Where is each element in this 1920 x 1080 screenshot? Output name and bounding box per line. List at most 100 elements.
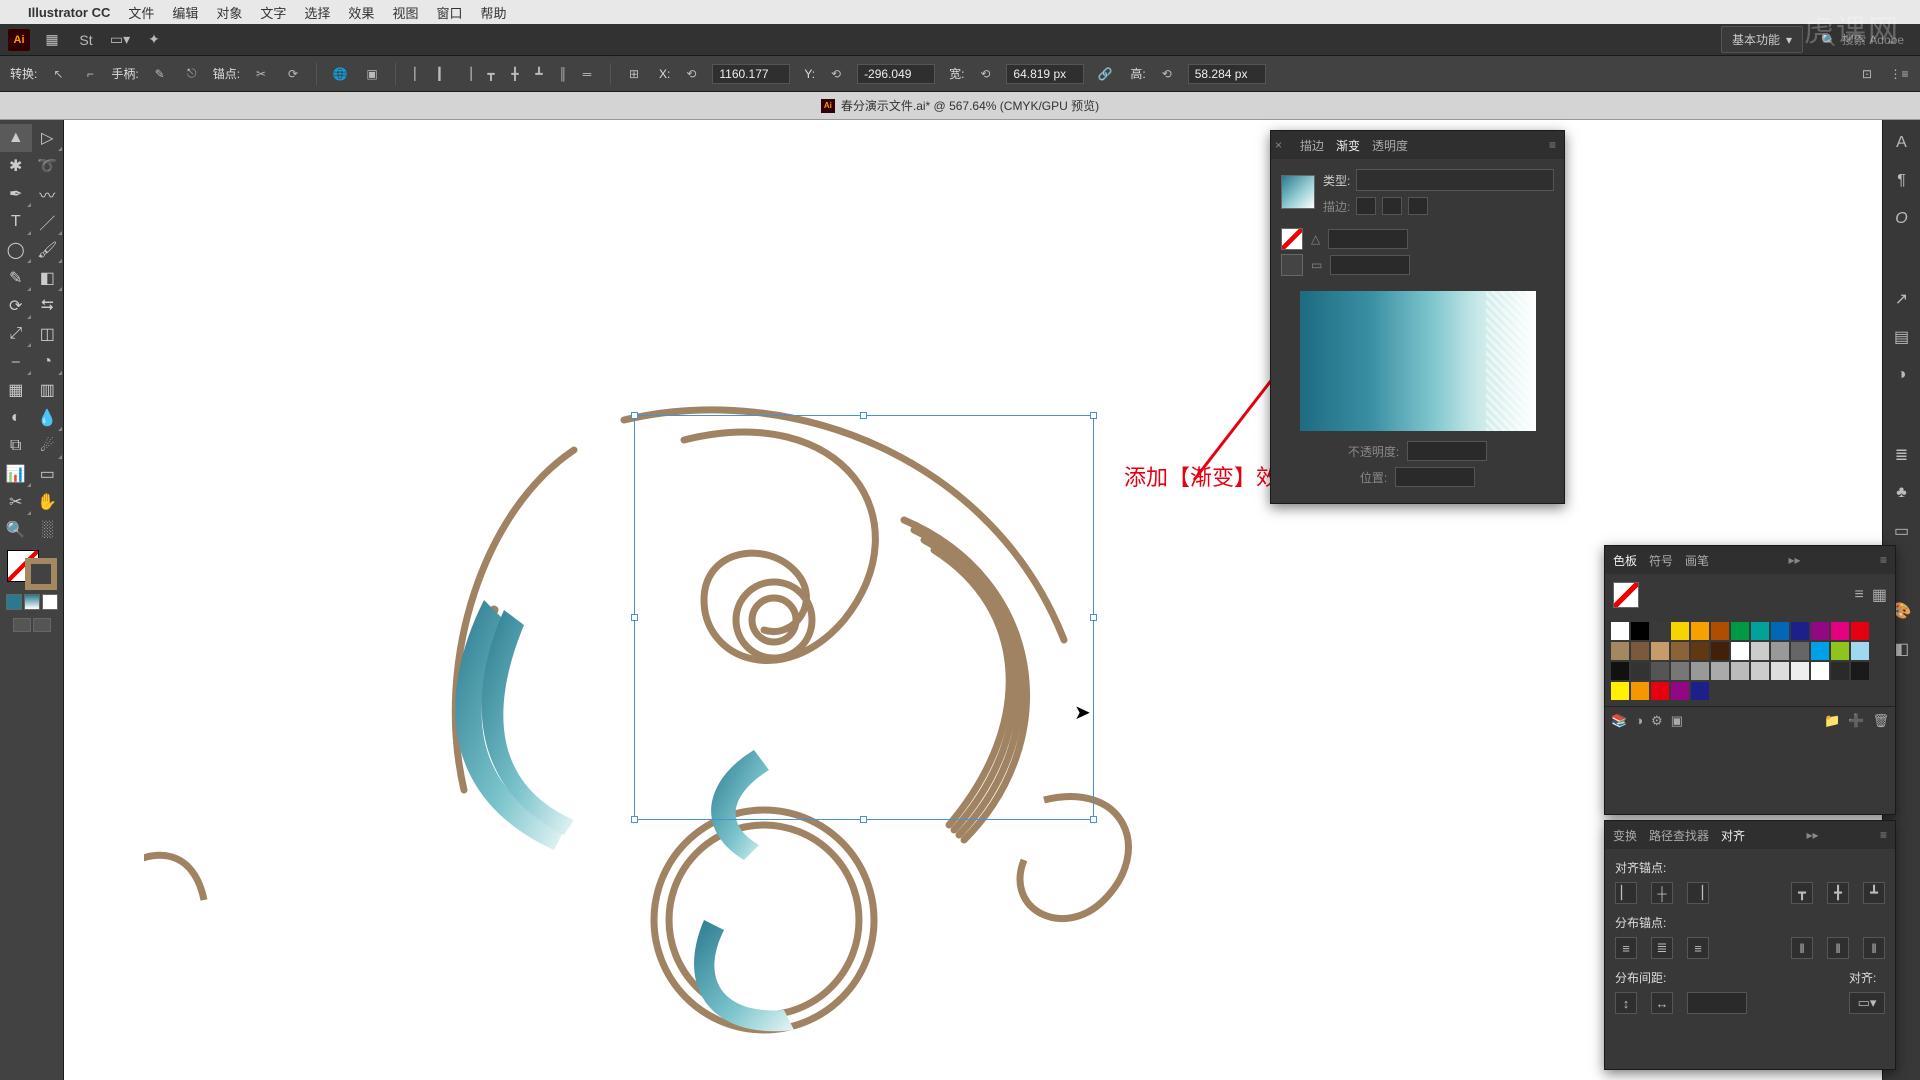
ellipse-tool-icon[interactable]: ◯ <box>0 236 32 264</box>
dist-h-icon[interactable]: ║ <box>552 63 574 85</box>
swatch-color[interactable] <box>1791 642 1809 660</box>
swatch-color[interactable] <box>1831 642 1849 660</box>
swatch-color[interactable] <box>1611 682 1629 700</box>
w-field[interactable]: 64.819 px <box>1006 64 1084 84</box>
handle-icon2[interactable]: ⎋ <box>181 63 203 85</box>
print-tiling-tool-icon[interactable]: ░ <box>32 516 64 544</box>
curvature-tool-icon[interactable]: 〰 <box>32 180 64 208</box>
swatch-fill-stroke-icon[interactable] <box>1613 582 1639 608</box>
tab-transform[interactable]: 变换 <box>1613 827 1637 844</box>
swatch-color[interactable] <box>1791 622 1809 640</box>
stock-icon[interactable]: St <box>74 28 98 52</box>
gradient-angle-field[interactable] <box>1328 229 1408 249</box>
swatch-color[interactable] <box>1731 622 1749 640</box>
convert-anchor-icon[interactable]: ↖ <box>47 63 69 85</box>
swatch-color[interactable] <box>1771 662 1789 680</box>
rotate-tool-icon[interactable]: ⟳ <box>0 292 32 320</box>
selection-bounding-box[interactable] <box>634 415 1094 820</box>
link-xy-icon[interactable]: ⟲ <box>680 63 702 85</box>
none-mode-icon[interactable] <box>42 594 58 610</box>
swatch-show-icon[interactable]: ◑ <box>1635 713 1643 729</box>
swatch-color[interactable] <box>1711 662 1729 680</box>
x-field[interactable]: 1160.177 <box>712 64 790 84</box>
align-left-btn[interactable]: ▏ <box>1615 882 1637 904</box>
gradient-aspect-field[interactable] <box>1330 255 1410 275</box>
reflect-tool-icon[interactable]: ⮀ <box>32 292 64 320</box>
handle-e[interactable] <box>1090 614 1097 621</box>
swatch-color[interactable] <box>1691 682 1709 700</box>
swatch-lib-icon[interactable]: 📚 <box>1611 713 1627 729</box>
stroke-grad-2-icon[interactable] <box>1382 197 1402 215</box>
anchor-icon1[interactable]: ✂ <box>250 63 272 85</box>
tab-transparency[interactable]: 透明度 <box>1372 137 1408 154</box>
menu-view[interactable]: 视图 <box>392 3 418 22</box>
swatch-color[interactable] <box>1851 622 1869 640</box>
swatch-color[interactable] <box>1651 682 1669 700</box>
swatch-list-icon[interactable]: ≡ <box>1855 586 1864 604</box>
handle-se[interactable] <box>1090 816 1097 823</box>
graph-tool-icon[interactable]: 📊 <box>0 460 32 488</box>
eyedropper-tool-icon[interactable]: 💧 <box>32 404 64 432</box>
swatch-color[interactable] <box>1671 642 1689 660</box>
tab-pathfinder[interactable]: 路径查找器 <box>1649 827 1709 844</box>
swatch-color[interactable] <box>1751 622 1769 640</box>
more-icon[interactable]: ⋮≡ <box>1888 63 1910 85</box>
gpu-icon[interactable]: ✦ <box>142 28 166 52</box>
dist-v-icon[interactable]: ═ <box>576 63 598 85</box>
layers-panel-icon[interactable]: ≣ <box>1889 442 1915 468</box>
link-h-icon[interactable]: ⟲ <box>1156 63 1178 85</box>
slice-tool-icon[interactable]: ✂ <box>0 488 32 516</box>
swatch-color[interactable] <box>1611 662 1629 680</box>
swatch-color[interactable] <box>1851 642 1869 660</box>
gradient-mode-icon[interactable] <box>24 594 40 610</box>
libraries-panel-icon[interactable]: ▤ <box>1889 324 1915 350</box>
swatch-color[interactable] <box>1771 622 1789 640</box>
swatch-color[interactable] <box>1831 622 1849 640</box>
align-top-icon[interactable]: ┳ <box>480 63 502 85</box>
symbol-tool-icon[interactable]: ☄ <box>32 432 64 460</box>
ref-point-icon[interactable]: ⊞ <box>623 63 645 85</box>
tab-gradient[interactable]: 渐变 <box>1336 137 1360 154</box>
tab-brushes[interactable]: 画笔 <box>1685 552 1709 569</box>
align-to-dropdown[interactable]: ▭▾ <box>1849 992 1885 1014</box>
magic-wand-tool-icon[interactable]: ✱ <box>0 152 32 180</box>
swatch-color[interactable] <box>1691 662 1709 680</box>
artboards-panel-icon[interactable]: ▭ <box>1889 518 1915 544</box>
align-bot-icon[interactable]: ┻ <box>528 63 550 85</box>
swatch-color[interactable] <box>1611 622 1629 640</box>
dist-left-btn[interactable]: ‖ <box>1791 937 1813 959</box>
dist-vspace-btn[interactable]: ↕ <box>1615 992 1637 1014</box>
y-field[interactable]: -296.049 <box>857 64 935 84</box>
tab-align[interactable]: 对齐 <box>1721 827 1745 844</box>
align-left-icon[interactable]: ▏ <box>408 63 430 85</box>
free-transform-tool-icon[interactable]: ◫ <box>32 320 64 348</box>
dist-bottom-btn[interactable]: ≡ <box>1687 937 1709 959</box>
gradient-swap-icon[interactable] <box>1281 254 1303 276</box>
swatch-color[interactable] <box>1671 682 1689 700</box>
handle-n[interactable] <box>860 412 867 419</box>
dist-hcenter-btn[interactable]: ‖ <box>1827 937 1849 959</box>
line-tool-icon[interactable]: ／ <box>32 208 64 236</box>
swatch-grid-icon[interactable]: ▦ <box>1872 585 1887 605</box>
export-panel-icon[interactable]: ↗ <box>1889 286 1915 312</box>
swatch-color[interactable] <box>1771 642 1789 660</box>
dist-hspace-btn[interactable]: ↔ <box>1651 992 1673 1014</box>
handle-s[interactable] <box>860 816 867 823</box>
gradient-tool-icon[interactable]: ◐ <box>0 404 32 432</box>
swatch-color[interactable] <box>1631 682 1649 700</box>
workspace-switcher[interactable]: 基本功能▾ <box>1721 26 1803 53</box>
anchor-corner-icon[interactable]: ⌐ <box>79 63 101 85</box>
swatch-color[interactable] <box>1851 662 1869 680</box>
selection-tool-icon[interactable]: ▲ <box>0 124 32 152</box>
swatch-new-icon[interactable]: ➕ <box>1848 713 1864 729</box>
swatch-color[interactable] <box>1711 622 1729 640</box>
swatch-color[interactable] <box>1811 622 1829 640</box>
align-right-icon[interactable]: ▕ <box>456 63 478 85</box>
stroke-grad-1-icon[interactable] <box>1356 197 1376 215</box>
draw-normal-icon[interactable] <box>13 618 31 632</box>
shaper-tool-icon[interactable]: ✎ <box>0 264 32 292</box>
swatch-new-folder-icon[interactable]: 📁 <box>1824 713 1840 729</box>
tab-symbols[interactable]: 符号 <box>1649 552 1673 569</box>
align-menu-icon[interactable]: ≡ <box>1880 828 1887 842</box>
menu-select[interactable]: 选择 <box>304 3 330 22</box>
